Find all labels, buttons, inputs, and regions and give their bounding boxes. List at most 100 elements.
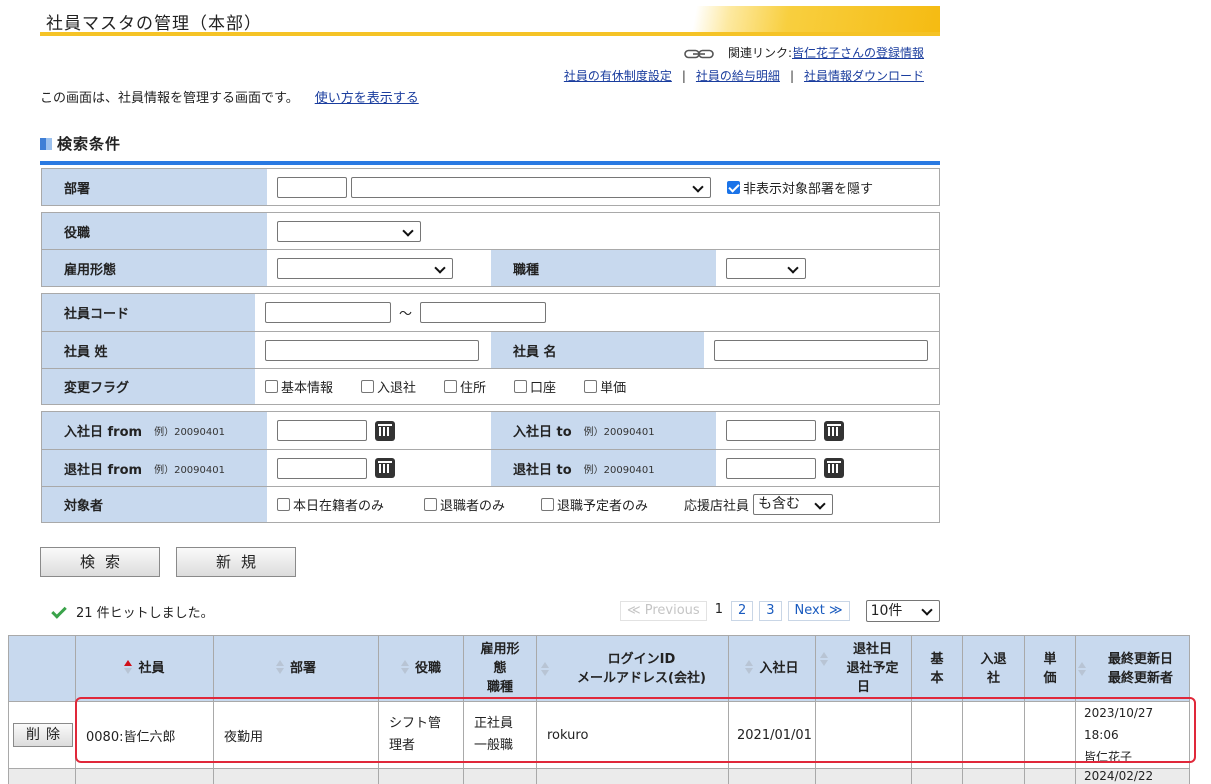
price-cell <box>1024 701 1076 769</box>
hire-to-input[interactable] <box>726 420 816 441</box>
sort-icon <box>820 652 828 666</box>
employment-select[interactable] <box>277 257 453 279</box>
leave-date-cell <box>815 701 912 769</box>
basic-cell <box>911 701 963 769</box>
flag-address-checkbox[interactable] <box>444 380 458 393</box>
department-code-input[interactable] <box>277 176 347 198</box>
leave-from-input[interactable] <box>277 457 367 479</box>
next-page-button[interactable]: Next ≫ <box>787 601 850 621</box>
page-1: 1 <box>712 601 725 621</box>
hire-from-label: 入社日 from 例）20090401 <box>42 412 267 449</box>
employee-cell[interactable]: 0080:皆仁六郎 <box>75 701 214 769</box>
hire-date-row: 入社日 from 例）20090401 入社日 to 例）20090401 <box>42 412 939 449</box>
inout-cell <box>962 701 1025 769</box>
employment-row: 雇用形態 職種 <box>42 249 939 286</box>
description-text: この画面は、社員情報を管理する画面です。 <box>40 91 299 106</box>
search-group-department: 部署 非表示対象部署を隠す <box>41 168 940 206</box>
search-group-position: 役職 雇用形態 職種 <box>41 212 940 287</box>
related-label: 関連リンク: <box>727 46 792 60</box>
related-links: 関連リンク:皆仁花子さんの登録情報 <box>684 44 924 61</box>
table-header-row: 社員 部署 役職 雇用形態職種 ログインID メールアドレス(会社) 入社日 退社… <box>8 635 1190 702</box>
sub-links: 社員の有休制度設定 | 社員の給与明細 | 社員情報ダウンロード <box>563 69 924 83</box>
code-from-input[interactable] <box>265 302 391 323</box>
sort-icon <box>541 661 549 676</box>
target-label: 対象者 <box>42 487 267 522</box>
search-group-dates: 入社日 from 例）20090401 入社日 to 例）20090401 退社日 … <box>41 411 940 523</box>
hide-dept-label: 非表示対象部署を隠す <box>743 181 874 197</box>
col-updated[interactable]: 最終更新日 最終更新者 <box>1075 635 1190 702</box>
col-position[interactable]: 役職 <box>378 635 464 702</box>
last-name-label: 社員 姓 <box>42 332 255 368</box>
first-name-input[interactable] <box>714 339 928 361</box>
search-section-title: 検索条件 <box>40 133 121 154</box>
search-button[interactable]: 検索 <box>40 547 160 577</box>
per-page-select[interactable]: 10件 <box>865 600 940 622</box>
position-label: 役職 <box>42 213 267 249</box>
target-current-checkbox[interactable] <box>277 498 290 511</box>
calendar-icon[interactable] <box>824 420 844 441</box>
leave-to-label: 退社日 to 例）20090401 <box>491 450 716 486</box>
page-title: 社員マスタの管理（本部） <box>46 14 262 34</box>
flag-account-checkbox[interactable] <box>514 380 528 393</box>
payslip-link[interactable]: 社員の給与明細 <box>696 69 780 83</box>
hit-count: 21 件ヒットしました。 <box>51 602 214 621</box>
hire-from-input[interactable] <box>277 420 367 441</box>
change-flag-label: 変更フラグ <box>42 369 255 404</box>
hide-dept-checkbox[interactable] <box>727 180 740 194</box>
col-department[interactable]: 部署 <box>213 635 379 702</box>
department-select[interactable] <box>351 176 711 198</box>
employee-download-link[interactable]: 社員情報ダウンロード <box>804 69 924 83</box>
position-row: 役職 <box>42 213 939 249</box>
code-label: 社員コード <box>42 294 255 331</box>
employment-cell: 正社員 一般職 <box>463 701 537 769</box>
login-cell: rokuro <box>536 701 729 769</box>
col-leave-date[interactable]: 退社日 退社予定日 <box>815 635 912 702</box>
department-cell: 夜勤用 <box>213 701 379 769</box>
col-login[interactable]: ログインID メールアドレス(会社) <box>536 635 729 702</box>
sort-icon <box>745 660 754 674</box>
target-retiring-checkbox[interactable] <box>541 498 555 511</box>
leave-from-label: 退社日 from 例）20090401 <box>42 450 267 486</box>
new-button[interactable]: 新規 <box>176 547 296 577</box>
calendar-icon[interactable] <box>824 458 844 478</box>
position-select[interactable] <box>277 220 421 242</box>
leave-to-input[interactable] <box>726 457 816 479</box>
registration-info-link[interactable]: 皆仁花子さんの登録情報 <box>792 46 924 60</box>
target-retired-checkbox[interactable] <box>424 498 438 511</box>
target-options: 本日在籍者のみ 退職者のみ 退職予定者のみ 応援店社員 も含む <box>277 487 834 522</box>
page-header: 社員マスタの管理（本部） <box>40 6 940 36</box>
flag-basic-checkbox[interactable] <box>265 380 278 393</box>
job-type-select[interactable] <box>726 257 806 279</box>
employment-label: 雇用形態 <box>42 250 267 286</box>
sort-icon <box>400 660 409 674</box>
prev-page-button: ≪ Previous <box>620 601 707 621</box>
flag-inout-checkbox[interactable] <box>361 380 375 393</box>
col-employee[interactable]: 社員 <box>75 635 214 702</box>
calendar-icon[interactable] <box>375 420 395 441</box>
section-rule <box>40 161 940 165</box>
col-hire-date[interactable]: 入社日 <box>728 635 816 702</box>
page-2[interactable]: 2 <box>730 601 754 621</box>
pager: ≪ Previous 1 2 3 Next ≫ 10件 <box>620 600 940 622</box>
sort-icon <box>275 660 284 674</box>
check-icon <box>51 603 67 619</box>
page-description: この画面は、社員情報を管理する画面です。 使い方を表示する <box>40 87 419 106</box>
job-type-label: 職種 <box>491 250 716 286</box>
flag-price-checkbox[interactable] <box>584 380 598 393</box>
col-inout: 入退社 <box>962 635 1025 702</box>
code-to-input[interactable] <box>420 302 547 323</box>
paid-leave-setting-link[interactable]: 社員の有休制度設定 <box>564 69 672 83</box>
leave-date-row: 退社日 from 例）20090401 退社日 to 例）20090401 <box>42 449 939 486</box>
delete-button[interactable]: 削除 <box>13 723 73 747</box>
calendar-icon[interactable] <box>375 458 395 478</box>
support-staff-select[interactable]: も含む <box>753 494 834 515</box>
updated-cell: 2023/10/27 18:06 皆仁花子 <box>1075 701 1190 769</box>
help-link[interactable]: 使い方を表示する <box>315 91 419 106</box>
last-name-input[interactable] <box>265 339 479 361</box>
col-employment: 雇用形態職種 <box>463 635 537 702</box>
table-row: 削除 0080:皆仁六郎 夜勤用 シフト管理者 正社員 一般職 rokuro 20… <box>8 701 1190 769</box>
page-3[interactable]: 3 <box>759 601 782 621</box>
updated-cell: 2024/02/22 <box>1075 768 1190 784</box>
name-row: 社員 姓 社員 名 <box>42 331 939 368</box>
sort-asc-icon <box>124 660 133 674</box>
